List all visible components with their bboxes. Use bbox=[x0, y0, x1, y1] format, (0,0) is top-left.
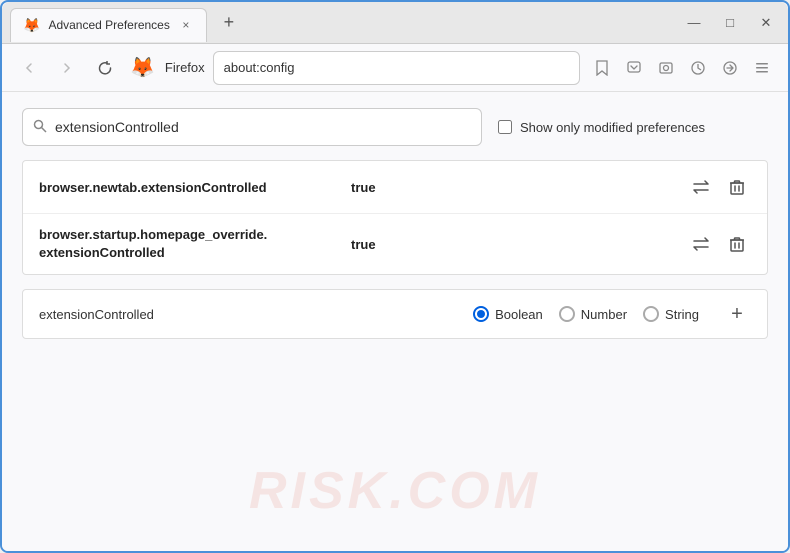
table-row: browser.newtab.extensionControlled true bbox=[23, 161, 767, 214]
number-radio-indicator bbox=[559, 306, 575, 322]
nav-icon-group bbox=[588, 54, 776, 82]
reload-button[interactable] bbox=[90, 53, 120, 83]
container-icon[interactable] bbox=[684, 54, 712, 82]
boolean-label: Boolean bbox=[495, 307, 543, 322]
tab-favicon: 🦊 bbox=[23, 17, 40, 34]
firefox-logo-icon: 🦊 bbox=[130, 55, 155, 80]
new-tab-button[interactable]: + bbox=[215, 9, 243, 37]
row-actions-2 bbox=[687, 230, 751, 258]
new-pref-name: extensionControlled bbox=[39, 307, 159, 322]
boolean-radio-indicator bbox=[473, 306, 489, 322]
pocket-icon[interactable] bbox=[620, 54, 648, 82]
watermark: RISK.COM bbox=[249, 461, 541, 521]
bookmark-icon[interactable] bbox=[588, 54, 616, 82]
active-tab[interactable]: 🦊 Advanced Preferences × bbox=[10, 8, 207, 42]
url-text: about:config bbox=[224, 60, 295, 75]
number-label: Number bbox=[581, 307, 627, 322]
menu-icon[interactable] bbox=[748, 54, 776, 82]
minimize-button[interactable]: — bbox=[680, 9, 708, 37]
row-actions-1 bbox=[687, 173, 751, 201]
show-modified-option[interactable]: Show only modified preferences bbox=[498, 120, 705, 135]
add-pref-row: extensionControlled Boolean Number Strin… bbox=[22, 289, 768, 339]
type-number-option[interactable]: Number bbox=[559, 306, 627, 322]
search-input[interactable] bbox=[55, 119, 471, 135]
sync-icon[interactable] bbox=[716, 54, 744, 82]
table-row: browser.startup.homepage_override. exten… bbox=[23, 214, 767, 274]
type-string-option[interactable]: String bbox=[643, 306, 699, 322]
pref-value-1: true bbox=[351, 180, 376, 195]
pref-name-1: browser.newtab.extensionControlled bbox=[39, 180, 339, 195]
window-controls: — □ ✕ bbox=[680, 9, 780, 37]
maximize-button[interactable]: □ bbox=[716, 9, 744, 37]
preference-search-box[interactable] bbox=[22, 108, 482, 146]
tab-title: Advanced Preferences bbox=[48, 18, 169, 32]
toggle-button-1[interactable] bbox=[687, 173, 715, 201]
show-modified-checkbox[interactable] bbox=[498, 120, 512, 134]
address-bar[interactable]: about:config bbox=[213, 51, 580, 85]
browser-window: 🦊 Advanced Preferences × + — □ ✕ 🦊 Firef… bbox=[0, 0, 790, 553]
type-boolean-option[interactable]: Boolean bbox=[473, 306, 543, 322]
page-content: RISK.COM Show only modified preferences … bbox=[2, 92, 788, 551]
pref-value-2: true bbox=[351, 237, 376, 252]
search-icon bbox=[33, 119, 47, 136]
forward-button[interactable] bbox=[52, 53, 82, 83]
show-modified-label: Show only modified preferences bbox=[520, 120, 705, 135]
results-table: browser.newtab.extensionControlled true bbox=[22, 160, 768, 275]
close-button[interactable]: ✕ bbox=[752, 9, 780, 37]
nav-bar: 🦊 Firefox about:config bbox=[2, 44, 788, 92]
string-radio-indicator bbox=[643, 306, 659, 322]
type-radio-group: Boolean Number String bbox=[473, 306, 699, 322]
screenshot-icon[interactable] bbox=[652, 54, 680, 82]
tab-close-button[interactable]: × bbox=[178, 17, 194, 33]
back-button[interactable] bbox=[14, 53, 44, 83]
delete-button-2[interactable] bbox=[723, 230, 751, 258]
firefox-brand-label: Firefox bbox=[165, 60, 205, 75]
search-row: Show only modified preferences bbox=[22, 108, 768, 146]
toggle-button-2[interactable] bbox=[687, 230, 715, 258]
add-pref-button[interactable]: + bbox=[723, 300, 751, 328]
delete-button-1[interactable] bbox=[723, 173, 751, 201]
title-bar: 🦊 Advanced Preferences × + — □ ✕ bbox=[2, 2, 788, 44]
pref-name-2: browser.startup.homepage_override. exten… bbox=[39, 226, 339, 262]
string-label: String bbox=[665, 307, 699, 322]
